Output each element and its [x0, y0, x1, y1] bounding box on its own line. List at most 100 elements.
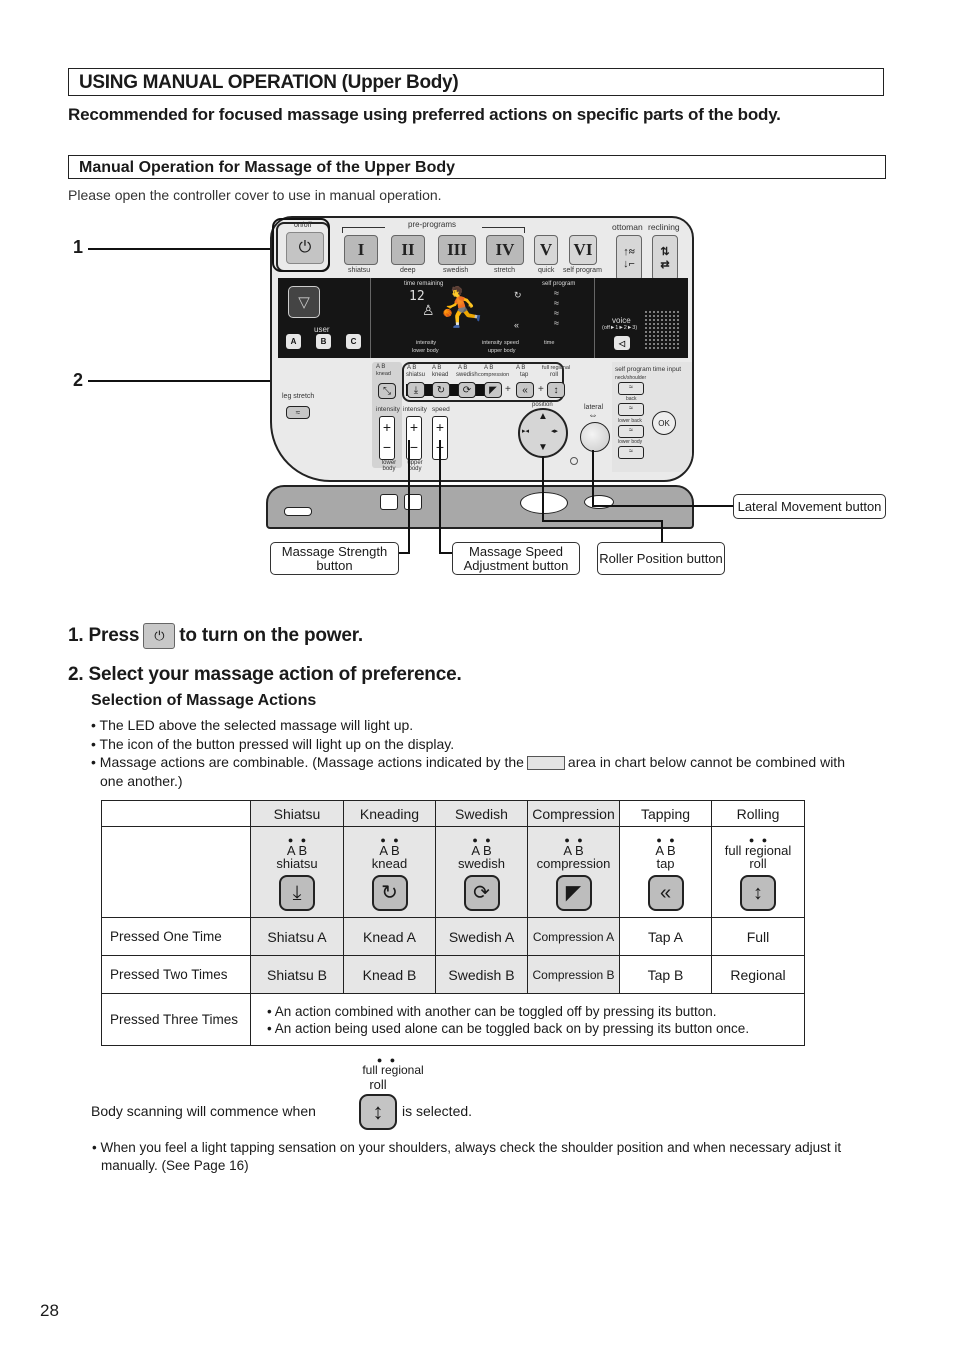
shiatsu-icon: ⤓: [279, 874, 315, 911]
compression-button[interactable]: ◤: [484, 382, 502, 398]
roll-icon: ↕: [359, 1094, 397, 1130]
leader-line-1: [88, 248, 274, 250]
selection-subheading: Selection of Massage Actions: [91, 692, 317, 709]
icon-cell-knead: ● ● A Bknead ↻: [343, 826, 436, 918]
leader-speed-h: [439, 552, 453, 554]
column-header: Rolling: [711, 800, 805, 827]
column-header: Tapping: [619, 800, 712, 827]
stop-icon[interactable]: ▽: [288, 286, 320, 318]
sp-label-lower-back: lower back: [618, 418, 642, 424]
user-button-c[interactable]: C: [346, 334, 361, 349]
knead-icon: ↻: [371, 874, 408, 911]
bullet-combinable-pre: • Massage actions are combinable. (Massa…: [91, 754, 524, 770]
reclining-button[interactable]: ⇅ ⇄: [652, 235, 678, 281]
up-arrow-icon[interactable]: ▲: [538, 411, 548, 422]
column-header: Compression: [527, 800, 620, 827]
row-label: Pressed Three Times: [101, 993, 251, 1046]
table-cell: Shiatsu A: [250, 917, 344, 956]
swedish-button[interactable]: ⟳: [458, 382, 476, 398]
voice-sublabel: (off►1►2►3): [602, 325, 638, 331]
shiatsu-button[interactable]: ⤓: [407, 382, 425, 398]
leader-roller: [542, 456, 544, 520]
knead-indicator-icon: ↻: [514, 290, 522, 300]
leader-lateral: [592, 450, 594, 506]
tap-led: A B: [516, 365, 526, 371]
self-program-display-label: self program: [542, 281, 576, 287]
plus-sign: +: [505, 384, 511, 395]
selection-bullets: • The LED above the selected massage wil…: [89, 716, 869, 790]
preprograms-bracket-right: [482, 227, 525, 233]
narrow-icon[interactable]: ▸◂: [522, 427, 529, 435]
lateral-arrow-icon: ⇔: [588, 410, 598, 421]
controller-note: Please open the controller cover to use …: [68, 187, 442, 203]
preprogram-button-5[interactable]: V: [534, 235, 558, 265]
display-divider-left: [370, 278, 371, 358]
tap-button[interactable]: «: [516, 382, 534, 398]
leg-stretch-button[interactable]: ≈: [286, 406, 310, 419]
lateral-movement-button[interactable]: [580, 422, 610, 452]
page-title: USING MANUAL OPERATION (Upper Body): [79, 72, 459, 93]
display-panel: ▽ user A B C time remaining 12 ♙ ⛹ ↻ « s…: [278, 278, 688, 358]
page-number: 28: [40, 1301, 59, 1320]
table-header-row: Shiatsu Kneading Swedish Compression Tap…: [101, 800, 805, 827]
icon-cell-swedish: ● ● A Bswedish ⟳: [435, 826, 528, 918]
bullet-led: • The LED above the selected massage wil…: [91, 717, 414, 733]
preprogram-button-3[interactable]: III: [438, 235, 476, 265]
page-title-box: USING MANUAL OPERATION (Upper Body): [68, 68, 884, 96]
sp-label-neck: neck/shoulder: [615, 375, 647, 381]
tap-indicator-icon: «: [514, 320, 520, 330]
lead-text: Recommended for focused massage using pr…: [68, 105, 781, 124]
preprogram-button-4[interactable]: IV: [486, 235, 524, 265]
leg-knead-button[interactable]: ⤡: [378, 383, 396, 399]
table-cell: Compression B: [527, 955, 620, 994]
widen-icon[interactable]: ◂▸: [551, 427, 558, 435]
icon-cell-roll: ● ● full regional roll ↕: [711, 826, 805, 918]
knead-led-ab: A B: [376, 364, 386, 370]
lower-intensity-stepper[interactable]: + −: [379, 416, 395, 460]
leg-stretch-label: leg stretch: [282, 393, 315, 400]
voice-speaker-icon[interactable]: ◁: [614, 336, 630, 350]
down-arrow-icon[interactable]: ▼: [538, 442, 548, 453]
sp-lower-body-button[interactable]: ≈: [618, 446, 644, 459]
row-label: Pressed Two Times: [101, 955, 251, 994]
step-1: 1. Press ⏻ to turn on the power.: [68, 623, 363, 649]
sp-neck-button[interactable]: ≈: [618, 382, 644, 395]
intensity-lower-label: intensity: [376, 406, 400, 413]
display-divider-right: [594, 278, 595, 358]
base-window-2: [404, 494, 422, 510]
preprogram-label-2: deep: [400, 267, 416, 274]
column-header: Kneading: [343, 800, 436, 827]
callout-number-2: 2: [73, 370, 84, 390]
knead-button[interactable]: ↻: [432, 382, 450, 398]
indicator-led: [570, 457, 578, 465]
swedish-label: swedish: [456, 372, 478, 378]
sp-back-button[interactable]: ≈: [618, 403, 644, 416]
table-row: Pressed Three Times • An action combined…: [101, 993, 805, 1046]
knead-led: A B: [432, 365, 442, 371]
table-corner: [101, 800, 251, 827]
icon-cell-compression: ● ● A Bcompression ◤: [527, 826, 620, 918]
sp-lower-back-button[interactable]: ≈: [618, 425, 644, 438]
leader-roller-v: [661, 520, 663, 542]
row3-note: • An action combined with another can be…: [267, 1003, 717, 1019]
ok-button[interactable]: OK: [652, 411, 676, 435]
user-button-a[interactable]: A: [286, 334, 301, 349]
preprogram-button-6[interactable]: VI: [569, 235, 597, 265]
preprogram-button-2[interactable]: II: [391, 235, 425, 265]
table-cell: Compression A: [527, 917, 620, 956]
knead-label: knead: [432, 372, 449, 378]
table-row: Pressed Two Times Shiatsu B Knead B Swed…: [101, 955, 805, 994]
shoulder-note: • When you feel a light tapping sensatio…: [92, 1140, 842, 1173]
user-button-b[interactable]: B: [316, 334, 331, 349]
roller-position-pad[interactable]: ▲ ▼ ▸◂ ◂▸: [518, 408, 568, 458]
ottoman-button[interactable]: ↑≈ ↓⌐: [616, 235, 642, 281]
roll-button[interactable]: ↕: [547, 382, 565, 398]
preprogram-button-1[interactable]: I: [344, 235, 378, 265]
compression-label: compression: [478, 372, 510, 378]
onoff-highlight: [272, 218, 330, 272]
time-display-label: time: [544, 340, 555, 346]
table-row: Pressed One Time Shiatsu A Knead A Swedi…: [101, 917, 805, 956]
roll-led: full regional: [542, 365, 571, 371]
preprogram-label-5: quick: [538, 267, 555, 274]
callout-lateral-movement: Lateral Movement button: [733, 494, 886, 519]
